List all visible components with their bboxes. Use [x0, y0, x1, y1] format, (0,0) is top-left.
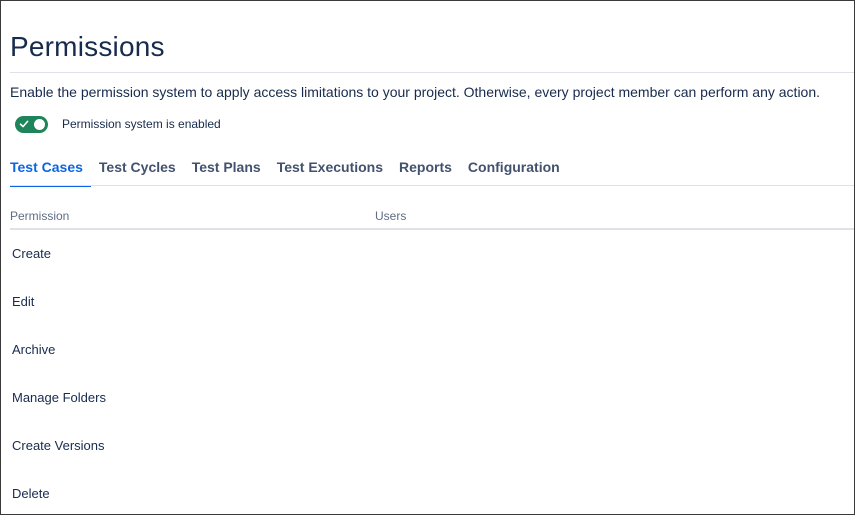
table-header: Permission Users	[10, 207, 854, 230]
tabs-divider	[10, 185, 854, 186]
permissions-panel: Permissions Enable the permission system…	[0, 0, 855, 515]
table-row: Manage Folders	[1, 374, 854, 422]
table-row: Create Versions	[1, 422, 854, 470]
permission-system-toggle[interactable]	[15, 115, 48, 133]
permission-toggle-row: Permission system is enabled	[15, 115, 221, 133]
page-description: Enable the permission system to apply ac…	[10, 84, 821, 100]
check-icon	[19, 120, 29, 127]
permission-label-delete: Delete	[12, 486, 50, 501]
permission-label-manage-folders: Manage Folders	[12, 390, 106, 405]
tab-reports[interactable]: Reports	[399, 153, 452, 186]
tab-test-cycles[interactable]: Test Cycles	[99, 153, 176, 186]
users-field-create-versions[interactable]	[375, 432, 835, 460]
column-header-users: Users	[375, 209, 407, 223]
permission-tabs: Test Cases Test Cycles Test Plans Test E…	[10, 153, 854, 187]
table-row: Create	[1, 230, 854, 278]
permission-label-create: Create	[12, 246, 52, 261]
tab-test-cases[interactable]: Test Cases	[10, 153, 91, 187]
permission-label-archive: Archive	[12, 342, 56, 357]
users-field-create[interactable]	[375, 240, 835, 268]
tab-configuration[interactable]: Configuration	[468, 153, 560, 186]
users-field-manage-folders[interactable]	[375, 384, 835, 412]
permission-label-create-versions: Create Versions	[12, 438, 105, 453]
tab-test-executions[interactable]: Test Executions	[277, 153, 383, 186]
column-header-permission: Permission	[10, 209, 70, 223]
permission-toggle-label: Permission system is enabled	[62, 117, 221, 131]
page-title: Permissions	[10, 31, 165, 62]
table-row: Archive	[1, 326, 854, 374]
users-field-edit[interactable]	[375, 288, 835, 316]
tab-test-plans[interactable]: Test Plans	[192, 153, 261, 186]
table-row: Edit	[1, 278, 854, 326]
users-field-archive[interactable]	[375, 336, 835, 364]
toggle-knob	[34, 118, 45, 130]
title-divider	[10, 72, 854, 73]
table-row: Delete	[1, 470, 854, 514]
permission-label-edit: Edit	[12, 294, 35, 309]
users-field-delete[interactable]	[375, 480, 835, 508]
permissions-table-body: Create Edit Archive Manage Folders Creat…	[1, 230, 854, 514]
